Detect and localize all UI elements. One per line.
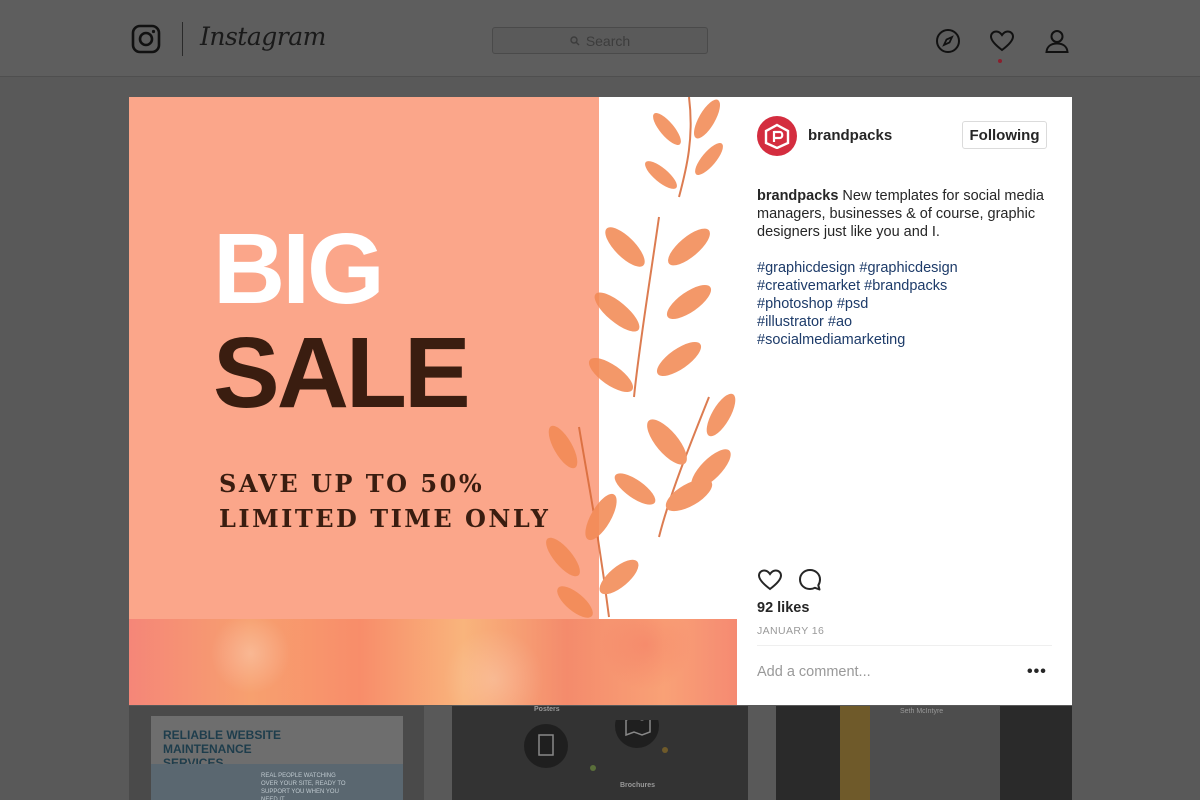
watercolor-band <box>129 619 737 705</box>
more-options-button[interactable]: ••• <box>1027 663 1047 681</box>
grid-post-2-label-bottom: Brochures <box>620 782 656 789</box>
likes-count[interactable]: 92 likes <box>757 600 809 616</box>
post-modal: BIG SALE SAVE UP TO 50% LIMITED TIME ONL… <box>129 97 1072 705</box>
hashtag-list: #graphicdesign #graphicdesign #creativem… <box>757 259 1057 349</box>
brandpacks-logo-icon <box>764 123 790 149</box>
nav-divider <box>182 22 183 56</box>
comment-bubble-icon[interactable] <box>797 567 823 593</box>
promo-line-2: LIMITED TIME ONLY <box>219 504 551 533</box>
post-username[interactable]: brandpacks <box>808 127 892 144</box>
post-sidebar: brandpacks Following brandpacks New temp… <box>737 97 1072 705</box>
search-placeholder: Search <box>585 32 631 49</box>
post-date: JANUARY 16 <box>757 625 825 637</box>
heart-icon[interactable] <box>989 28 1015 54</box>
search-box[interactable]: Search <box>492 27 708 54</box>
grid-post-2-label-top: Posters <box>534 706 560 713</box>
compass-icon[interactable] <box>935 28 961 54</box>
hashtag-line[interactable]: #graphicdesign #graphicdesign <box>757 259 1057 277</box>
like-heart-icon[interactable] <box>757 567 783 593</box>
notification-dot <box>998 59 1002 63</box>
post-image[interactable]: BIG SALE SAVE UP TO 50% LIMITED TIME ONL… <box>129 97 737 705</box>
grid-post-2[interactable]: Posters Brochures <box>452 706 748 800</box>
grid-post-1-image: RELIABLE WEBSITE MAINTENANCE SERVICES RE… <box>151 716 403 800</box>
comment-input[interactable] <box>757 664 1017 680</box>
promo-line-1: SAVE UP TO 50% <box>219 469 485 498</box>
post-caption: brandpacks New templates for social medi… <box>757 187 1057 241</box>
grid-post-1[interactable]: RELIABLE WEBSITE MAINTENANCE SERVICES RE… <box>129 706 424 800</box>
avatar[interactable] <box>757 116 797 156</box>
caption-username[interactable]: brandpacks <box>757 188 838 204</box>
headline-sale: SALE <box>213 317 471 429</box>
user-icon[interactable] <box>1044 28 1070 54</box>
hashtag-line[interactable]: #illustrator #ao <box>757 313 1057 331</box>
hashtag-line[interactable]: #socialmediamarketing <box>757 331 1057 349</box>
watercolor-leaves <box>546 97 736 618</box>
grid-post-1-text: REAL PEOPLE WATCHING OVER YOUR SITE, REA… <box>261 773 346 800</box>
grid-post-3-stripe <box>840 706 870 800</box>
grid-post-3[interactable]: Seth McIntyre <box>776 706 1072 800</box>
top-nav: Instagram Search <box>0 0 1200 77</box>
grid-post-3-name: Seth McIntyre <box>900 708 944 715</box>
instagram-wordmark[interactable]: Instagram <box>200 22 326 51</box>
grid-post-2-icons <box>524 720 668 771</box>
comment-divider <box>757 645 1052 646</box>
hashtag-line[interactable]: #creativemarket #brandpacks <box>757 277 1057 295</box>
search-icon <box>570 35 580 45</box>
hashtag-line[interactable]: #photoshop #psd <box>757 295 1057 313</box>
following-button[interactable]: Following <box>962 121 1047 149</box>
headline-big: BIG <box>213 213 385 325</box>
instagram-glyph-icon[interactable] <box>131 24 161 54</box>
